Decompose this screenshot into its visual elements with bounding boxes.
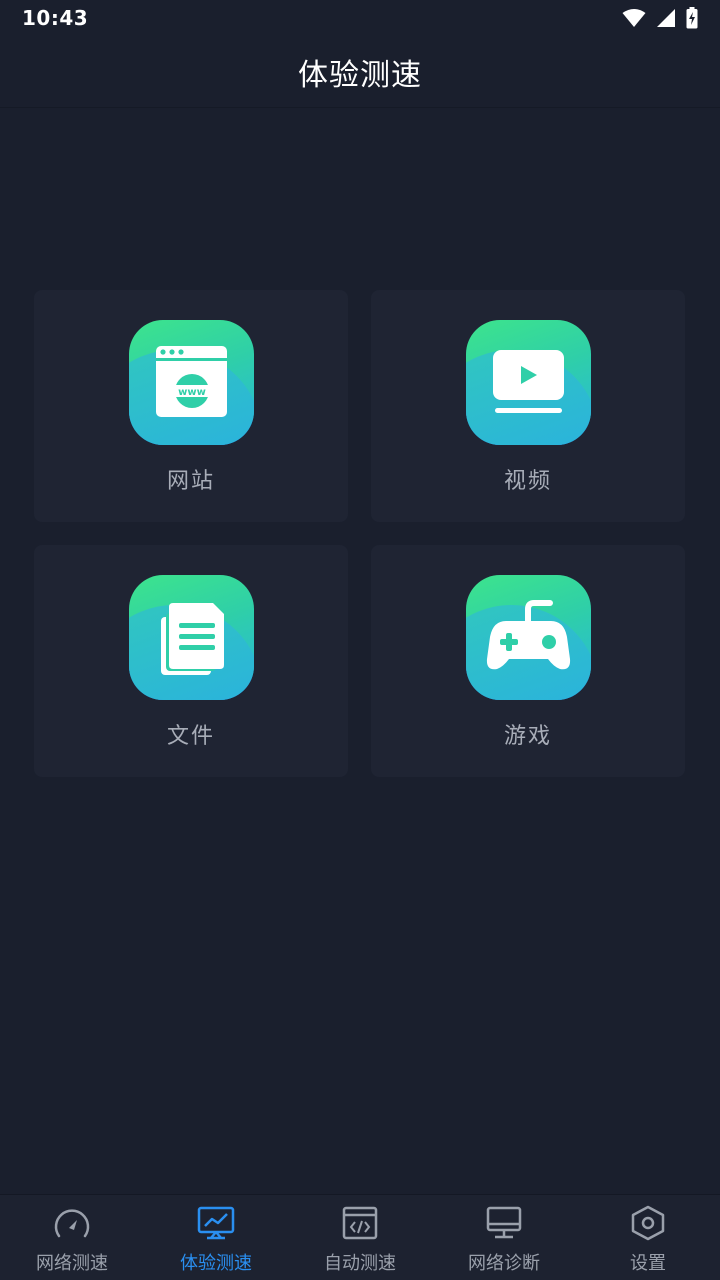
website-card[interactable]: www 网站 xyxy=(34,290,348,522)
speedometer-icon xyxy=(54,1209,90,1238)
game-controller-icon xyxy=(486,600,570,670)
game-tile xyxy=(465,575,591,700)
bottom-nav: 网络测速 体验测速 自动测速 网络诊断 设置 xyxy=(0,1194,720,1280)
nav-label-experience-test: 体验测速 xyxy=(180,1253,252,1274)
status-icons xyxy=(622,7,698,29)
page-title: 体验测速 xyxy=(298,57,422,93)
nav-label-settings: 设置 xyxy=(630,1253,666,1274)
website-icon: www xyxy=(155,346,227,417)
game-label: 游戏 xyxy=(503,724,552,749)
file-tile xyxy=(128,575,254,700)
battery-icon xyxy=(686,7,698,29)
nav-item-settings[interactable]: 设置 xyxy=(576,1195,720,1280)
status-time: 10:43 xyxy=(22,6,89,30)
wifi-icon xyxy=(622,9,646,27)
file-icon xyxy=(160,603,224,675)
screen: 10:43 体验测速 www 网站 视频 文件 游戏 网络测速 体验测速 自动测… xyxy=(0,0,720,1280)
monitor-icon xyxy=(486,1206,522,1239)
nav-label-speed-test: 网络测速 xyxy=(36,1253,108,1274)
video-tile xyxy=(465,320,591,445)
nav-label-diagnosis: 网络诊断 xyxy=(468,1253,540,1274)
video-card[interactable]: 视频 xyxy=(371,290,685,522)
test-type-grid: www 网站 视频 文件 游戏 xyxy=(34,290,686,777)
svg-text:www: www xyxy=(178,387,206,398)
status-bar: 10:43 xyxy=(0,0,720,36)
cell-signal-icon xyxy=(657,9,675,27)
file-card[interactable]: 文件 xyxy=(34,545,348,777)
nav-item-diagnosis[interactable]: 网络诊断 xyxy=(432,1195,576,1280)
top-bar: 体验测速 xyxy=(0,36,720,108)
code-window-icon xyxy=(342,1206,378,1240)
nav-item-speed-test[interactable]: 网络测速 xyxy=(0,1195,144,1280)
nav-label-auto-test: 自动测速 xyxy=(324,1253,396,1274)
nav-item-auto-test[interactable]: 自动测速 xyxy=(288,1195,432,1280)
file-label: 文件 xyxy=(166,724,215,749)
hexagon-settings-icon xyxy=(631,1205,665,1241)
website-label: 网站 xyxy=(166,469,215,494)
website-tile: www xyxy=(128,320,254,445)
video-icon xyxy=(492,350,564,413)
game-card[interactable]: 游戏 xyxy=(371,545,685,777)
nav-item-experience-test[interactable]: 体验测速 xyxy=(144,1195,288,1280)
video-label: 视频 xyxy=(503,469,552,494)
trend-chart-icon xyxy=(197,1206,235,1240)
